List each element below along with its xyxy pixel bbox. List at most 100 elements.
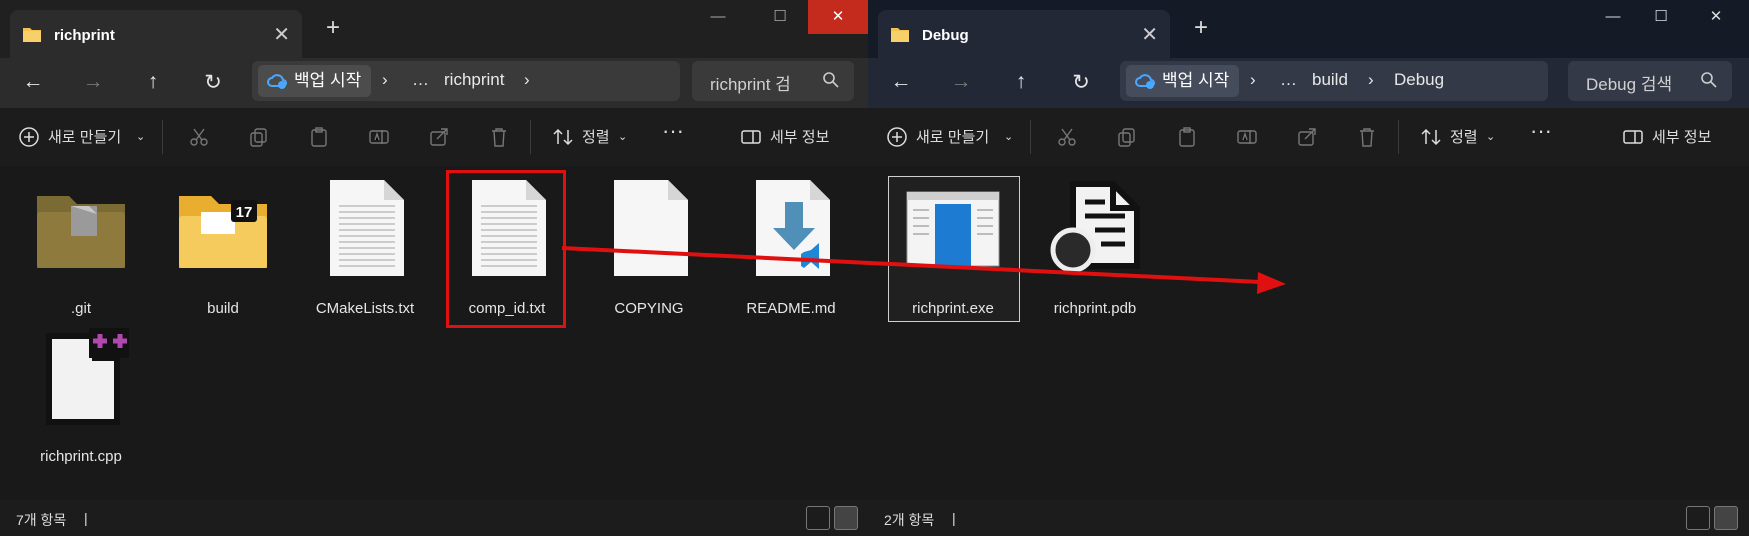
details-view-icon[interactable] [1686, 506, 1710, 530]
breadcrumb-debug[interactable]: Debug [1394, 70, 1444, 90]
backup-start-chip[interactable]: 백업 시작 [258, 65, 372, 97]
details-button[interactable]: 세부 정보 [1652, 126, 1711, 147]
tab-richprint[interactable]: richprint ✕ [10, 10, 302, 58]
breadcrumb-separator[interactable]: › [1368, 70, 1374, 90]
list-item[interactable]: .git [20, 168, 142, 328]
breadcrumb-separator[interactable]: › [1250, 70, 1256, 90]
back-icon[interactable]: ← [886, 70, 916, 94]
file-list: richprint.exe richprint.pdb [868, 166, 1749, 500]
close-window-button[interactable]: ✕ [1690, 0, 1742, 34]
tab-debug[interactable]: Debug ✕ [878, 10, 1170, 58]
blank-file-icon [614, 180, 688, 276]
file-name: CMakeLists.txt [315, 300, 415, 317]
backup-start-chip[interactable]: 백업 시작 [1126, 65, 1240, 97]
share-icon[interactable] [1296, 126, 1318, 148]
cloud-sync-icon [267, 74, 287, 89]
cut-icon[interactable] [188, 126, 210, 148]
refresh-icon[interactable]: ↻ [198, 70, 228, 95]
chevron-down-icon[interactable]: ⌄ [1004, 130, 1013, 143]
list-item[interactable]: richprint.exe [892, 168, 1014, 328]
details-button[interactable]: 세부 정보 [770, 126, 829, 147]
close-tab-icon[interactable]: ✕ [273, 22, 290, 47]
refresh-icon[interactable]: ↻ [1066, 70, 1096, 95]
back-icon[interactable]: ← [18, 70, 48, 94]
new-button[interactable]: 새로 만들기 [48, 126, 121, 147]
copy-icon[interactable] [248, 126, 270, 148]
breadcrumb-separator[interactable]: › [524, 70, 530, 90]
command-bar: 새로 만들기 ⌄ 정렬 ⌄ ··· 세부 정보 [0, 108, 868, 167]
copy-icon[interactable] [1116, 126, 1138, 148]
breadcrumb-richprint[interactable]: richprint [444, 70, 504, 90]
share-icon[interactable] [428, 126, 450, 148]
rename-icon[interactable] [368, 126, 390, 148]
chevron-down-icon[interactable]: ⌄ [618, 130, 627, 143]
breadcrumb-ellipsis[interactable]: … [412, 70, 429, 90]
close-tab-icon[interactable]: ✕ [1141, 22, 1158, 47]
breadcrumb-separator[interactable]: › [382, 70, 388, 90]
file-name: README.md [746, 300, 836, 317]
new-button[interactable]: 새로 만들기 [916, 126, 989, 147]
tab-title: richprint [54, 27, 115, 44]
cut-icon[interactable] [1056, 126, 1078, 148]
maximize-button[interactable]: ☐ [1635, 0, 1687, 34]
list-item[interactable]: 17 build [162, 168, 284, 328]
divider [1030, 120, 1031, 154]
backup-start-label: 백업 시작 [294, 71, 362, 90]
address-bar[interactable]: 백업 시작 › … richprint › [252, 61, 680, 101]
list-item[interactable]: richprint.cpp [20, 316, 142, 476]
list-item[interactable]: richprint.pdb [1034, 168, 1156, 328]
folder-badge: 17 [236, 204, 253, 221]
status-divider: | [952, 510, 956, 526]
large-icons-view-icon[interactable] [834, 506, 858, 530]
rename-icon[interactable] [1236, 126, 1258, 148]
delete-icon[interactable] [488, 126, 510, 148]
forward-icon[interactable]: → [946, 70, 976, 94]
folder-icon [23, 28, 41, 42]
more-icon[interactable]: ··· [662, 118, 684, 144]
file-name: richprint.cpp [40, 448, 122, 465]
file-list: .git 17 build CMakeLists.txt comp_id.txt… [0, 166, 868, 500]
more-icon[interactable]: ··· [1530, 118, 1552, 144]
search-input[interactable]: richprint 검 [710, 70, 791, 95]
command-bar: 새로 만들기 ⌄ 정렬 ⌄ ··· 세부 정보 [868, 108, 1749, 167]
item-count: 7개 항목 [16, 512, 67, 528]
paste-icon[interactable] [1176, 126, 1198, 148]
search-icon [823, 72, 839, 88]
title-bar: richprint ✕ + — ☐ ✕ [0, 0, 868, 58]
details-view-icon[interactable] [806, 506, 830, 530]
forward-icon[interactable]: → [78, 70, 108, 94]
cpp-file-icon [46, 328, 129, 425]
breadcrumb-ellipsis[interactable]: … [1280, 70, 1297, 90]
item-count: 2개 항목 [884, 512, 935, 528]
new-tab-button[interactable]: + [326, 14, 340, 42]
list-item[interactable]: CMakeLists.txt [304, 168, 426, 328]
list-item[interactable]: COPYING [588, 168, 710, 328]
sort-button[interactable]: 정렬 [1450, 126, 1478, 147]
chevron-down-icon[interactable]: ⌄ [1486, 130, 1495, 143]
chevron-down-icon[interactable]: ⌄ [136, 130, 145, 143]
divider [1398, 120, 1399, 154]
new-tab-button[interactable]: + [1194, 14, 1208, 42]
file-name: richprint.exe [912, 300, 994, 317]
search-box[interactable]: richprint 검 [692, 61, 854, 101]
breadcrumb-build[interactable]: build [1312, 70, 1348, 90]
large-icons-view-icon[interactable] [1714, 506, 1738, 530]
search-box[interactable]: Debug 검색 [1568, 61, 1732, 101]
maximize-button[interactable]: ☐ [754, 0, 806, 34]
status-bar: 7개 항목 | [0, 500, 868, 536]
address-bar[interactable]: 백업 시작 › … build › Debug [1120, 61, 1548, 101]
search-input[interactable]: Debug 검색 [1586, 70, 1672, 95]
backup-start-label: 백업 시작 [1162, 71, 1230, 90]
text-file-icon [330, 180, 404, 276]
close-window-button[interactable]: ✕ [808, 0, 868, 34]
folder-icon: 17 [179, 196, 267, 268]
minimize-button[interactable]: — [1587, 0, 1639, 34]
sort-button[interactable]: 정렬 [582, 126, 610, 147]
delete-icon[interactable] [1356, 126, 1378, 148]
up-icon[interactable]: ↑ [138, 70, 168, 94]
list-item[interactable]: README.md [730, 168, 852, 328]
paste-icon[interactable] [308, 126, 330, 148]
minimize-button[interactable]: — [692, 0, 744, 34]
tab-title: Debug [922, 27, 969, 44]
up-icon[interactable]: ↑ [1006, 70, 1036, 94]
